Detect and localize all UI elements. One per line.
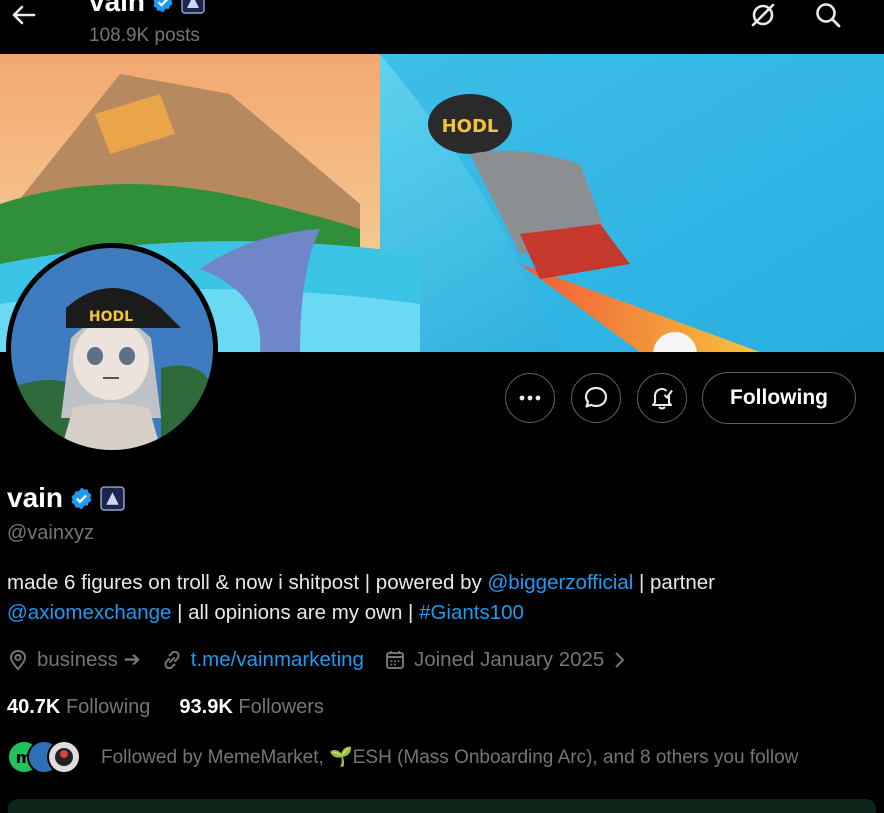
profile-location: business ➔ bbox=[7, 647, 141, 672]
followers-label: Followers bbox=[238, 696, 324, 718]
back-arrow-icon bbox=[12, 5, 36, 25]
profile-stats: 40.7K Following 93.9K Followers bbox=[7, 696, 353, 719]
more-button[interactable] bbox=[505, 373, 555, 423]
chevron-right-icon bbox=[615, 651, 625, 668]
verified-badge-icon bbox=[153, 0, 173, 13]
bottom-banner-edge bbox=[8, 799, 876, 813]
profile-joined[interactable]: Joined January 2025 bbox=[384, 648, 626, 672]
affiliate-badge-icon bbox=[181, 0, 205, 14]
calendar-icon bbox=[385, 650, 404, 669]
profile-avatar[interactable]: HODL bbox=[6, 243, 218, 455]
affiliate-badge-icon[interactable] bbox=[100, 485, 125, 511]
bio-hashtag-giants100[interactable]: #Giants100 bbox=[419, 601, 524, 624]
header-posts-count: 108.9K posts bbox=[89, 25, 200, 46]
more-icon bbox=[519, 395, 541, 401]
back-button[interactable] bbox=[6, 0, 40, 30]
grok-icon bbox=[751, 3, 775, 27]
profile-name: vain bbox=[7, 482, 125, 514]
header-title: vain bbox=[89, 0, 205, 18]
following-count-link[interactable]: 40.7K Following bbox=[7, 696, 150, 719]
followers-count: 93.9K bbox=[179, 696, 233, 718]
avatar-hodl-text: HODL bbox=[89, 309, 133, 325]
bio-text: made 6 figures on troll & now i shitpost… bbox=[7, 571, 488, 594]
following-button[interactable]: Following bbox=[702, 372, 856, 424]
notifications-button[interactable] bbox=[637, 373, 687, 423]
followed-by[interactable]: m Followed by MemeMarket, 🌱ESH (Mass Onb… bbox=[7, 740, 798, 774]
verified-badge-icon[interactable] bbox=[69, 486, 94, 511]
website-link[interactable]: t.me/vainmarketing bbox=[191, 648, 364, 672]
header-name: vain bbox=[89, 0, 146, 17]
search-button[interactable] bbox=[810, 0, 846, 30]
location-icon bbox=[9, 649, 27, 670]
following-count: 40.7K bbox=[7, 696, 61, 718]
profile-bio: made 6 figures on troll & now i shitpost… bbox=[7, 568, 867, 628]
search-icon bbox=[816, 3, 841, 28]
location-text: business ➔ bbox=[37, 648, 141, 671]
follower-avatar bbox=[47, 740, 81, 774]
grok-button[interactable] bbox=[745, 0, 781, 30]
followers-count-link[interactable]: 93.9K Followers bbox=[179, 696, 324, 719]
bio-text: | all opinions are my own | bbox=[171, 601, 420, 624]
profile-handle: @vainxyz bbox=[7, 522, 94, 544]
top-bar: vain 108.9K posts bbox=[0, 0, 884, 54]
banner-hodl-text: HODL bbox=[442, 116, 499, 137]
joined-text: Joined January 2025 bbox=[413, 647, 605, 671]
bio-mention-biggerzofficial[interactable]: @biggerzofficial bbox=[488, 571, 634, 594]
message-icon bbox=[584, 386, 608, 408]
notification-bell-icon bbox=[651, 387, 673, 410]
profile-website[interactable]: t.me/vainmarketing bbox=[161, 648, 364, 672]
bio-text: | partner bbox=[633, 571, 715, 594]
followed-by-text: Followed by MemeMarket, 🌱ESH (Mass Onboa… bbox=[101, 747, 799, 768]
link-icon bbox=[164, 650, 180, 669]
following-label: Following bbox=[65, 696, 151, 718]
profile-display-name: vain bbox=[7, 482, 64, 513]
message-button[interactable] bbox=[571, 373, 621, 423]
bio-mention-axiomexchange[interactable]: @axiomexchange bbox=[7, 601, 171, 624]
profile-meta: business ➔ t.me/vainmarketing Joined Jan… bbox=[7, 647, 646, 672]
